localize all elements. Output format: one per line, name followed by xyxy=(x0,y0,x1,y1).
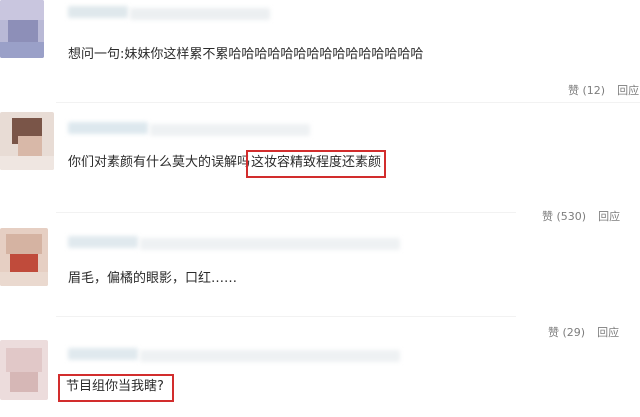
avatar-pixel xyxy=(10,254,38,272)
username-blurred xyxy=(140,238,400,250)
comment-highlight-text: 节目组你当我瞎? xyxy=(66,379,164,394)
divider xyxy=(56,212,516,213)
avatar-pixel xyxy=(0,0,44,20)
avatar-pixel xyxy=(8,20,38,42)
comment-text-part: 你们对素颜有什么莫大的误解吗 xyxy=(68,155,251,170)
username-blurred[interactable] xyxy=(68,348,138,360)
like-button[interactable]: 赞 (12) xyxy=(568,82,605,98)
avatar-pixel xyxy=(6,234,42,254)
divider xyxy=(56,102,640,103)
username-blurred xyxy=(150,124,310,136)
avatar[interactable] xyxy=(0,228,48,286)
avatar-pixel xyxy=(0,156,54,170)
comment-actions: 赞 (530) 回应 xyxy=(542,208,620,224)
divider xyxy=(56,316,516,317)
avatar[interactable] xyxy=(0,0,44,58)
avatar-pixel xyxy=(18,136,42,158)
like-button[interactable]: 赞 (530) xyxy=(542,208,586,224)
avatar-pixel xyxy=(0,42,44,58)
comment-text: 眉毛，偏橘的眼影，口红…… xyxy=(68,271,238,286)
comment-actions: 赞 (29) 回应 xyxy=(548,324,619,340)
reply-button[interactable]: 回应 xyxy=(597,324,619,340)
comment-text: 想问一句:妹妹你这样累不累哈哈哈哈哈哈哈哈哈哈哈哈哈哈哈 xyxy=(68,47,424,62)
avatar[interactable] xyxy=(0,112,54,170)
avatar-pixel xyxy=(10,372,38,392)
avatar-pixel xyxy=(0,272,48,286)
username-blurred[interactable] xyxy=(68,236,138,248)
username-blurred xyxy=(140,350,400,362)
comment-highlight-text: 这妆容精致程度还素颜 xyxy=(251,155,382,170)
reply-button[interactable]: 回应 xyxy=(598,208,620,224)
username-blurred[interactable] xyxy=(68,122,148,134)
avatar-pixel xyxy=(6,348,42,372)
username-blurred xyxy=(130,8,270,20)
username-blurred[interactable] xyxy=(68,6,128,18)
avatar[interactable] xyxy=(0,340,48,400)
comment-text: 你们对素颜有什么莫大的误解吗 xyxy=(68,154,250,172)
comment-actions: 赞 (12) 回应 xyxy=(568,82,639,98)
reply-button[interactable]: 回应 xyxy=(617,82,639,98)
like-button[interactable]: 赞 (29) xyxy=(548,324,585,340)
